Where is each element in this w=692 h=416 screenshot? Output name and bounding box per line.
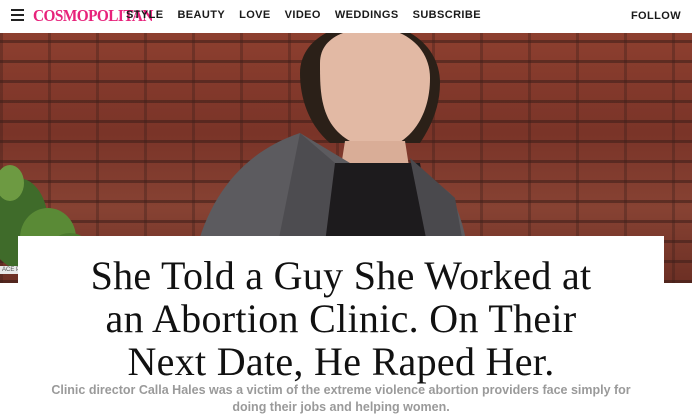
follow-button[interactable]: FOLLOW xyxy=(631,10,681,22)
headline-card: She Told a Guy She Worked at an Abortion… xyxy=(18,236,664,416)
nav-link-video[interactable]: VIDEO xyxy=(285,9,321,21)
nav-link-beauty[interactable]: BEAUTY xyxy=(177,9,225,21)
nav-link-weddings[interactable]: WEDDINGS xyxy=(335,9,399,21)
headline-line: an Abortion Clinic. On Their xyxy=(105,296,577,341)
headline-line: Next Date, He Raped Her. xyxy=(127,339,555,384)
hamburger-menu-icon[interactable] xyxy=(11,9,24,21)
headline-line: She Told a Guy She Worked at xyxy=(90,253,592,298)
article-dek: Clinic director Calla Hales was a victim… xyxy=(38,382,644,416)
dek-line: doing their jobs and helping women. xyxy=(232,400,450,414)
primary-nav: STYLE BEAUTY LOVE VIDEO WEDDINGS SUBSCRI… xyxy=(126,9,495,21)
nav-link-style[interactable]: STYLE xyxy=(126,9,163,21)
dek-line: Clinic director Calla Hales was a victim… xyxy=(51,383,631,397)
nav-link-love[interactable]: LOVE xyxy=(239,9,271,21)
article-headline: She Told a Guy She Worked at an Abortion… xyxy=(18,254,664,383)
top-navigation-bar: COSMOPOLITAN STYLE BEAUTY LOVE VIDEO WED… xyxy=(0,0,692,32)
nav-link-subscribe[interactable]: SUBSCRIBE xyxy=(413,9,481,21)
